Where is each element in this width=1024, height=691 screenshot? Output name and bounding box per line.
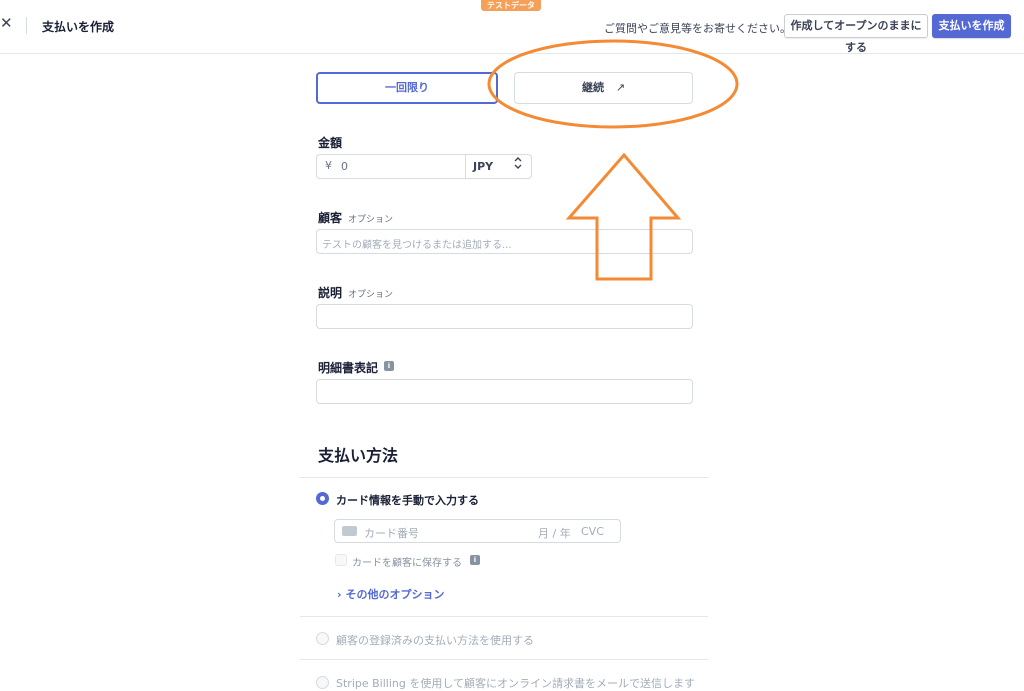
amount-input[interactable]	[316, 154, 532, 179]
divider	[300, 616, 708, 617]
up-arrow-annotation	[565, 152, 682, 281]
amount-label: 金額	[318, 136, 343, 150]
description-label-text: 説明	[318, 286, 343, 300]
header-divider	[26, 17, 27, 34]
currency-symbol: ¥	[325, 159, 332, 172]
page-title: 支払いを作成	[42, 20, 115, 34]
radio-saved-method[interactable]	[316, 632, 329, 645]
more-options-link[interactable]: › その他のオプション	[337, 586, 445, 602]
saved-method-label: 顧客の登録済みの支払い方法を使用する	[336, 634, 534, 647]
statement-input[interactable]	[316, 379, 693, 404]
expiry-placeholder: 月 / 年	[538, 527, 571, 540]
credit-card-icon	[342, 526, 357, 536]
amount-value: 0	[341, 160, 348, 173]
tab-one-time[interactable]: 一回限り	[316, 72, 498, 104]
test-data-badge: テストデータ	[481, 0, 541, 11]
description-input[interactable]	[316, 304, 693, 329]
radio-send-invoice[interactable]	[316, 676, 329, 689]
currency-divider	[465, 155, 466, 178]
cvc-placeholder: CVC	[581, 525, 604, 538]
divider	[300, 659, 708, 660]
updown-chevron-icon[interactable]	[513, 156, 523, 173]
optional-tag: オプション	[348, 290, 394, 300]
save-card-label: カードを顧客に保存する	[352, 558, 462, 569]
more-options-label: その他のオプション	[345, 588, 445, 601]
send-invoice-label: Stripe Billing を使用して顧客にオンライン請求書をメールで送信しま…	[336, 677, 696, 690]
external-link-icon: ↗	[615, 81, 626, 94]
customer-placeholder: テストの顧客を見つけるまたは追加する...	[322, 240, 512, 251]
description-label: 説明 オプション	[318, 284, 393, 301]
payment-method-heading: 支払い方法	[318, 446, 399, 465]
create-and-open-button[interactable]: 作成してオープンのままにする	[784, 14, 928, 54]
statement-label: 明細書表記	[318, 361, 379, 375]
tab-recurring-label: 継続	[581, 81, 604, 94]
save-card-checkbox[interactable]	[335, 554, 347, 566]
close-icon[interactable]: ✕	[0, 14, 13, 32]
currency-select[interactable]: JPY	[473, 160, 493, 173]
annotation-overlay	[487, 39, 739, 281]
customer-label-text: 顧客	[318, 211, 343, 225]
optional-tag: オプション	[348, 215, 394, 225]
card-number-placeholder: カード番号	[364, 527, 419, 540]
manual-card-label: カード情報を手動で入力する	[336, 494, 479, 507]
info-icon[interactable]: i	[470, 555, 480, 565]
divider	[300, 477, 708, 478]
radio-manual-card[interactable]	[316, 492, 329, 505]
tab-recurring[interactable]: 継続 ↗	[514, 72, 693, 104]
feedback-link[interactable]: ご質問やご意見等をお寄せください。	[604, 20, 791, 36]
info-icon[interactable]: i	[384, 361, 394, 371]
customer-label: 顧客 オプション	[318, 209, 393, 226]
create-payment-button[interactable]: 支払いを作成	[932, 14, 1011, 38]
chevron-right-icon: ›	[337, 588, 342, 601]
